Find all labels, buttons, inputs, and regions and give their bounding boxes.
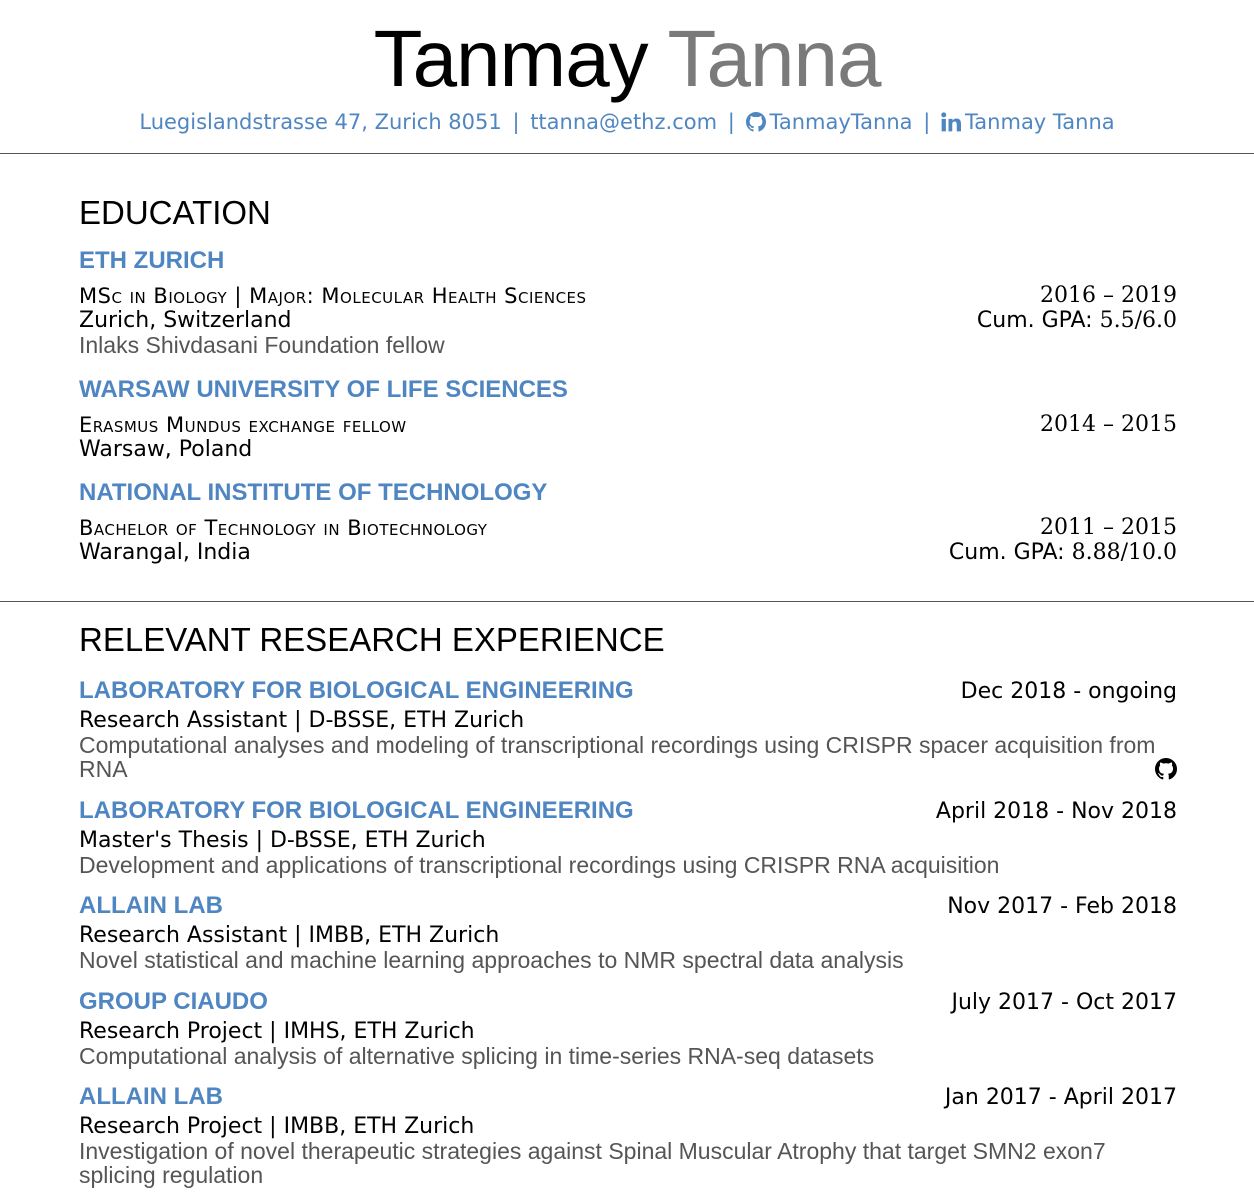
research-description: Investigation of novel therapeutic strat…	[79, 1138, 1106, 1188]
separator: |	[923, 110, 931, 134]
contact-line: Luegislandstrasse 47, Zurich 8051 | ttan…	[0, 108, 1254, 139]
research-role: Research Project | IMBB, ETH Zurich	[79, 1114, 475, 1139]
education-degree: MSc in Biology | Major: Molecular Health…	[79, 284, 587, 308]
education-degree: Erasmus Mundus exchange fellow	[79, 413, 407, 437]
gpa-label: Cum. GPA:	[948, 540, 1065, 565]
research-role: Master's Thesis | D-BSSE, ETH Zurich	[79, 828, 486, 853]
research-role: Research Project | IMHS, ETH Zurich	[79, 1019, 475, 1044]
research-dates: July 2017 - Oct 2017	[951, 990, 1178, 1015]
first-name: Tanmay	[373, 14, 649, 103]
education-degree: Bachelor of Technology in Biotechnology	[79, 516, 488, 540]
education-dates: 2016 – 2019	[1040, 283, 1177, 308]
research-org: ALLAIN LAB	[79, 892, 223, 919]
gpa-value: 5.5/6.0	[1099, 308, 1177, 333]
header-divider	[0, 153, 1254, 154]
education-org: NATIONAL INSTITUTE OF TECHNOLOGY	[79, 479, 548, 506]
research-heading: RELEVANT RESEARCH EXPERIENCE	[79, 621, 665, 658]
research-description: Novel statistical and machine learning a…	[79, 947, 904, 973]
github-username: TanmayTanna	[769, 110, 913, 134]
github-icon[interactable]	[1155, 758, 1177, 785]
research-description: Development and applications of transcri…	[79, 852, 1000, 878]
education-org: WARSAW UNIVERSITY OF LIFE SCIENCES	[79, 376, 568, 403]
linkedin-username: Tanmay Tanna	[964, 110, 1115, 134]
education-note: Inlaks Shivdasani Foundation fellow	[79, 332, 445, 358]
research-description: Computational analyses and modeling of t…	[79, 732, 1156, 782]
linkedin-link[interactable]: Tanmay Tanna	[941, 110, 1115, 134]
address: Luegislandstrasse 47, Zurich 8051	[139, 110, 502, 134]
research-dates: Dec 2018 - ongoing	[960, 679, 1177, 704]
education-gpa: Cum. GPA: 8.88/10.0	[949, 540, 1177, 566]
section-divider	[0, 601, 1254, 602]
education-org: ETH ZURICH	[79, 247, 225, 274]
gpa-value: 8.88/10.0	[1071, 540, 1177, 565]
education-location: Zurich, Switzerland	[79, 308, 292, 333]
education-gpa: Cum. GPA: 5.5/6.0	[977, 308, 1177, 334]
education-location: Warsaw, Poland	[79, 437, 253, 462]
github-icon	[745, 111, 766, 139]
research-description: Computational analysis of alternative sp…	[79, 1043, 875, 1069]
research-dates: Jan 2017 - April 2017	[944, 1085, 1177, 1110]
education-heading: EDUCATION	[79, 194, 271, 231]
resume-name: Tanmay Tanna	[0, 14, 1254, 104]
separator: |	[512, 110, 520, 134]
last-name: Tanna	[667, 14, 881, 103]
education-dates: 2014 – 2015	[1040, 412, 1177, 437]
email-link[interactable]: ttanna@ethz.com	[530, 110, 717, 134]
gpa-label: Cum. GPA:	[976, 308, 1093, 333]
education-location: Warangal, India	[79, 540, 251, 565]
research-dates: April 2018 - Nov 2018	[935, 799, 1177, 824]
research-role: Research Assistant | D-BSSE, ETH Zurich	[79, 708, 525, 733]
linkedin-icon	[941, 111, 961, 139]
education-dates: 2011 – 2015	[1040, 515, 1177, 540]
github-link[interactable]: TanmayTanna	[745, 110, 913, 134]
research-org: ALLAIN LAB	[79, 1083, 223, 1110]
research-org: LABORATORY FOR BIOLOGICAL ENGINEERING	[79, 677, 634, 704]
research-dates: Nov 2017 - Feb 2018	[947, 894, 1177, 919]
research-org: GROUP CIAUDO	[79, 988, 268, 1015]
research-role: Research Assistant | IMBB, ETH Zurich	[79, 923, 500, 948]
separator: |	[727, 110, 735, 134]
research-org: LABORATORY FOR BIOLOGICAL ENGINEERING	[79, 797, 634, 824]
